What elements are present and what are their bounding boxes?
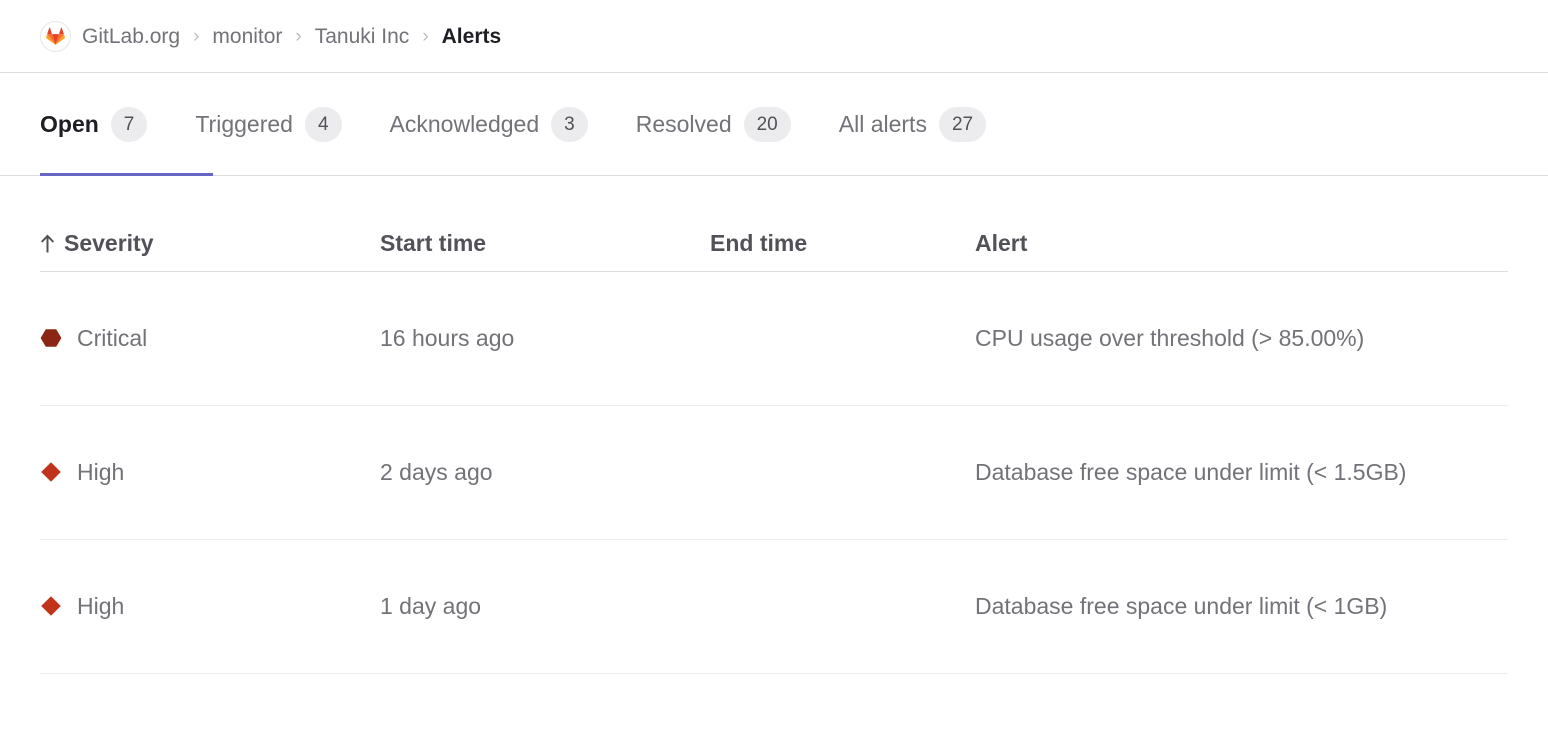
alerts-table-head: Severity Start time End time Alert xyxy=(40,176,1508,272)
active-tab-indicator xyxy=(40,173,213,176)
breadcrumb-item-monitor[interactable]: monitor xyxy=(212,26,282,47)
alerts-table: Severity Start time End time Alert Criti… xyxy=(40,176,1508,674)
tab-resolved-count: 20 xyxy=(743,106,791,142)
sort-ascending-arrow-icon xyxy=(40,234,55,253)
alerts-table-container: Severity Start time End time Alert Criti… xyxy=(0,176,1548,674)
breadcrumb-item-gitlab-org[interactable]: GitLab.org xyxy=(82,26,180,47)
column-header-start-time-label: Start time xyxy=(380,229,487,256)
tab-triggered-label: Triggered xyxy=(195,110,293,137)
column-header-end-time[interactable]: End time xyxy=(710,176,975,272)
breadcrumb-bar: GitLab.org › monitor › Tanuki Inc › Aler… xyxy=(0,0,1548,73)
gitlab-tanuki-icon xyxy=(40,20,71,52)
column-header-severity[interactable]: Severity xyxy=(40,176,380,272)
tab-acknowledged-count: 3 xyxy=(551,106,588,142)
cell-severity: High xyxy=(40,405,380,540)
alert-status-tabs: Open 7 Triggered 4 Acknowledged 3 Resolv… xyxy=(40,73,1010,175)
severity-high-diamond-icon xyxy=(40,595,62,617)
cell-alert[interactable]: CPU usage over threshold (> 85.00%) xyxy=(975,271,1508,406)
column-header-start-time[interactable]: Start time xyxy=(380,176,710,272)
breadcrumb-item-tanuki-inc[interactable]: Tanuki Inc xyxy=(315,26,410,47)
table-header-row: Severity Start time End time Alert xyxy=(40,176,1508,272)
breadcrumb-item-alerts: Alerts xyxy=(441,24,502,48)
tab-all-alerts[interactable]: All alerts 27 xyxy=(815,73,1010,175)
tab-open-label: Open xyxy=(40,110,99,137)
table-row[interactable]: High 1 day ago Database free space under… xyxy=(40,539,1508,674)
column-header-end-time-label: End time xyxy=(710,229,808,256)
column-header-severity-label: Severity xyxy=(64,229,154,256)
tab-triggered[interactable]: Triggered 4 xyxy=(171,73,365,175)
tab-acknowledged-label: Acknowledged xyxy=(389,110,540,137)
tab-resolved-label: Resolved xyxy=(635,110,732,137)
severity-critical-hexagon-icon xyxy=(40,327,62,349)
tab-open[interactable]: Open 7 xyxy=(16,73,171,175)
chevron-right-icon: › xyxy=(193,25,200,47)
cell-severity: Critical xyxy=(40,271,380,406)
column-header-alert-label: Alert xyxy=(975,229,1028,256)
severity-high-diamond-icon xyxy=(40,461,62,483)
cell-end-time xyxy=(710,271,975,406)
cell-start-time: 16 hours ago xyxy=(380,271,710,406)
cell-start-time: 1 day ago xyxy=(380,539,710,674)
severity-label: Critical xyxy=(77,324,148,351)
cell-end-time xyxy=(710,539,975,674)
cell-end-time xyxy=(710,405,975,540)
tab-all-alerts-label: All alerts xyxy=(838,110,927,137)
cell-alert[interactable]: Database free space under limit (< 1.5GB… xyxy=(975,405,1508,540)
alerts-table-body: Critical 16 hours ago CPU usage over thr… xyxy=(40,271,1508,674)
cell-start-time: 2 days ago xyxy=(380,405,710,540)
tab-triggered-count: 4 xyxy=(304,106,342,142)
table-row[interactable]: Critical 16 hours ago CPU usage over thr… xyxy=(40,271,1508,406)
tab-open-count: 7 xyxy=(110,106,148,142)
tab-acknowledged[interactable]: Acknowledged 3 xyxy=(366,73,612,175)
tab-all-alerts-count: 27 xyxy=(938,106,987,142)
table-row[interactable]: High 2 days ago Database free space unde… xyxy=(40,405,1508,540)
breadcrumb: GitLab.org › monitor › Tanuki Inc › Aler… xyxy=(40,20,502,52)
tab-resolved[interactable]: Resolved 20 xyxy=(612,73,815,175)
alert-status-tabs-bar: Open 7 Triggered 4 Acknowledged 3 Resolv… xyxy=(0,73,1548,176)
chevron-right-icon: › xyxy=(422,25,429,47)
column-header-alert[interactable]: Alert xyxy=(975,176,1508,272)
severity-label: High xyxy=(77,592,125,619)
cell-alert[interactable]: Database free space under limit (< 1GB) xyxy=(975,539,1508,674)
cell-severity: High xyxy=(40,539,380,674)
chevron-right-icon: › xyxy=(295,25,302,47)
severity-label: High xyxy=(77,458,125,485)
alerts-page: GitLab.org › monitor › Tanuki Inc › Aler… xyxy=(0,0,1548,750)
